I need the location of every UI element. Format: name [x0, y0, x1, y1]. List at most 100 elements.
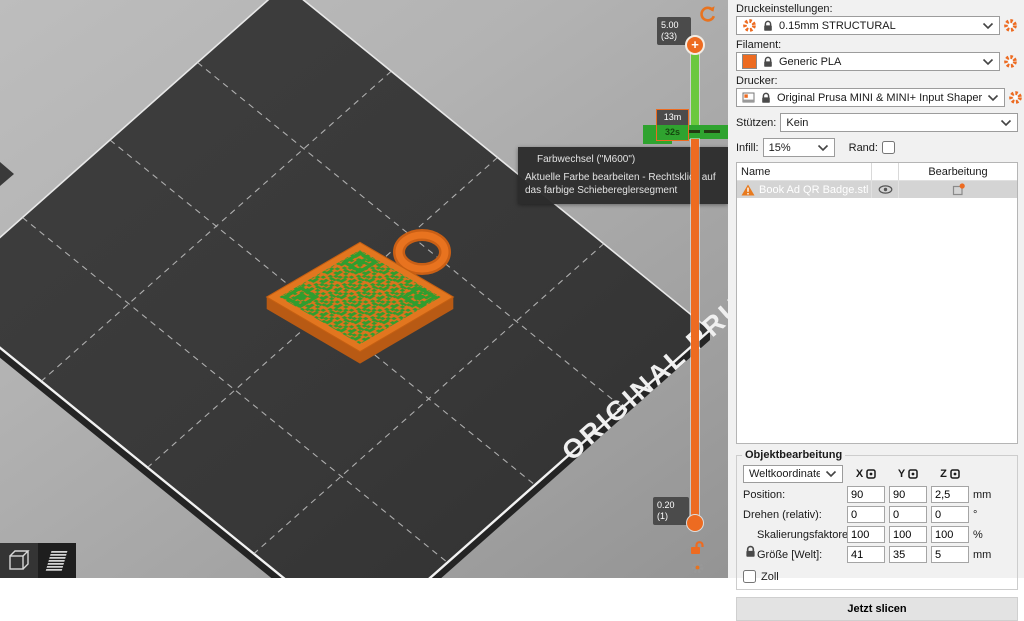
axis-drop-icon[interactable] — [950, 469, 960, 479]
filament-value: Generic PLA — [779, 56, 977, 68]
chevron-down-icon — [825, 470, 837, 478]
chevron-down-icon — [982, 22, 994, 30]
chevron-down-icon — [1000, 119, 1012, 127]
undo-icon[interactable] — [697, 4, 717, 24]
edit-print-settings-gear-icon[interactable] — [1003, 18, 1018, 33]
object-row[interactable]: Book Ad QR Badge.stl — [737, 181, 1017, 198]
brim-label: Rand: — [849, 142, 878, 154]
axis-y-header: Y — [889, 468, 927, 480]
scale-y-field[interactable] — [889, 526, 927, 543]
visibility-toggle[interactable] — [871, 181, 898, 198]
chevron-down-icon — [982, 58, 994, 66]
position-label: Position: — [743, 489, 843, 501]
inches-checkbox[interactable] — [743, 570, 756, 583]
scale-unit: % — [973, 529, 999, 541]
gear-icon — [742, 18, 757, 33]
edit-badge-icon — [952, 183, 965, 196]
axis-drop-icon[interactable] — [908, 469, 918, 479]
bed-tab — [0, 162, 14, 186]
lock-icon — [760, 92, 772, 104]
rotate-x-field[interactable] — [847, 506, 885, 523]
slider-lower-handle[interactable] — [686, 514, 704, 532]
filament-color-swatch — [742, 54, 757, 69]
object-manipulation-title: Objektbearbeitung — [742, 449, 845, 461]
coordinate-system-value: Weltkoordinaten — [749, 468, 820, 480]
edit-printer-gear-icon[interactable] — [1008, 90, 1023, 105]
edit-object-button[interactable] — [898, 181, 1017, 198]
column-name: Name — [737, 166, 871, 178]
cube-icon — [10, 551, 28, 569]
rotate-y-field[interactable] — [889, 506, 927, 523]
supports-value: Kein — [786, 117, 995, 129]
slider-top-height: 5.00 — [661, 20, 679, 30]
slider-track-lower[interactable] — [691, 139, 699, 523]
rotate-z-field[interactable] — [931, 506, 969, 523]
printer-icon — [742, 91, 755, 104]
position-z-field[interactable] — [931, 486, 969, 503]
slider-bottom-label: 0.20 (1) — [653, 497, 689, 525]
supports-combo[interactable]: Kein — [780, 113, 1018, 132]
eye-icon — [878, 185, 893, 194]
preview-view-button[interactable] — [38, 543, 76, 578]
object-list-header: Name Bearbeitung — [737, 163, 1017, 181]
printer-value: Original Prusa MINI & MINI+ Input Shaper — [777, 92, 982, 104]
layer-dash — [704, 130, 720, 133]
position-unit: mm — [973, 489, 999, 501]
coordinate-system-combo[interactable]: Weltkoordinaten — [743, 465, 843, 483]
rotate-unit: ° — [973, 509, 999, 521]
infill-combo[interactable]: 15% — [763, 138, 835, 157]
scale-z-field[interactable] — [931, 526, 969, 543]
settings-panel: Druckeinstellungen: 0.15mm STRUCTURAL Fi… — [728, 0, 1024, 578]
3d-viewport[interactable]: ORIGINAL PRUSA — [0, 0, 728, 578]
time-minutes: 13m — [657, 110, 688, 125]
slice-now-button[interactable]: Jetzt slicen — [736, 597, 1018, 621]
filament-combo[interactable]: Generic PLA — [736, 52, 1000, 71]
position-x-field[interactable] — [847, 486, 885, 503]
chevron-down-icon — [817, 144, 829, 152]
lock-icon — [762, 20, 774, 32]
infill-label: Infill: — [736, 142, 759, 154]
time-seconds: 32s — [657, 125, 688, 140]
axis-z-header: Z — [931, 468, 969, 480]
slider-unlock-icon[interactable] — [689, 541, 705, 557]
layer-dash — [688, 130, 700, 133]
rotate-label: Drehen (relativ): — [743, 509, 843, 521]
view-mode-toolbar — [0, 543, 76, 578]
print-settings-label: Druckeinstellungen: — [736, 3, 1018, 15]
edit-filament-gear-icon[interactable] — [1003, 54, 1018, 69]
inches-label: Zoll — [761, 571, 779, 583]
size-x-field[interactable] — [847, 546, 885, 563]
print-settings-combo[interactable]: 0.15mm STRUCTURAL — [736, 16, 1000, 35]
lock-icon — [762, 56, 774, 68]
uniform-scale-lock-icon[interactable] — [744, 544, 757, 559]
slider-bottom-height: 0.20 — [657, 500, 675, 510]
app-window: ORIGINAL PRUSA — [0, 0, 1024, 578]
slider-bottom-layer: (1) — [657, 511, 668, 521]
printer-combo[interactable]: Original Prusa MINI & MINI+ Input Shaper — [736, 88, 1005, 107]
position-y-field[interactable] — [889, 486, 927, 503]
layers-icon — [46, 551, 68, 571]
size-label: Größe [Welt]: — [743, 549, 843, 561]
add-color-change-handle[interactable]: + — [685, 35, 705, 55]
size-unit: mm — [973, 549, 999, 561]
slider-settings-gear-icon[interactable] — [690, 560, 705, 575]
slider-track-upper[interactable] — [691, 52, 699, 126]
editor-view-button[interactable] — [0, 543, 38, 578]
infill-value: 15% — [769, 142, 812, 154]
brim-checkbox[interactable] — [882, 141, 895, 154]
column-visibility — [871, 163, 898, 180]
object-name: Book Ad QR Badge.stl — [759, 184, 868, 196]
print-bed-scene: ORIGINAL PRUSA — [0, 0, 728, 578]
object-manipulation-group: Objektbearbeitung Weltkoordinaten X Y Z — [736, 455, 1018, 590]
chevron-down-icon — [987, 94, 999, 102]
color-change-time-label: 13m 32s — [656, 109, 689, 141]
scale-x-field[interactable] — [847, 526, 885, 543]
axis-x-header: X — [847, 468, 885, 480]
filament-label: Filament: — [736, 39, 1018, 51]
object-list: Name Bearbeitung Book Ad QR Badge.stl — [736, 162, 1018, 444]
axis-drop-icon[interactable] — [866, 469, 876, 479]
printer-label: Drucker: — [736, 75, 1018, 87]
size-z-field[interactable] — [931, 546, 969, 563]
warning-icon — [741, 184, 755, 196]
size-y-field[interactable] — [889, 546, 927, 563]
